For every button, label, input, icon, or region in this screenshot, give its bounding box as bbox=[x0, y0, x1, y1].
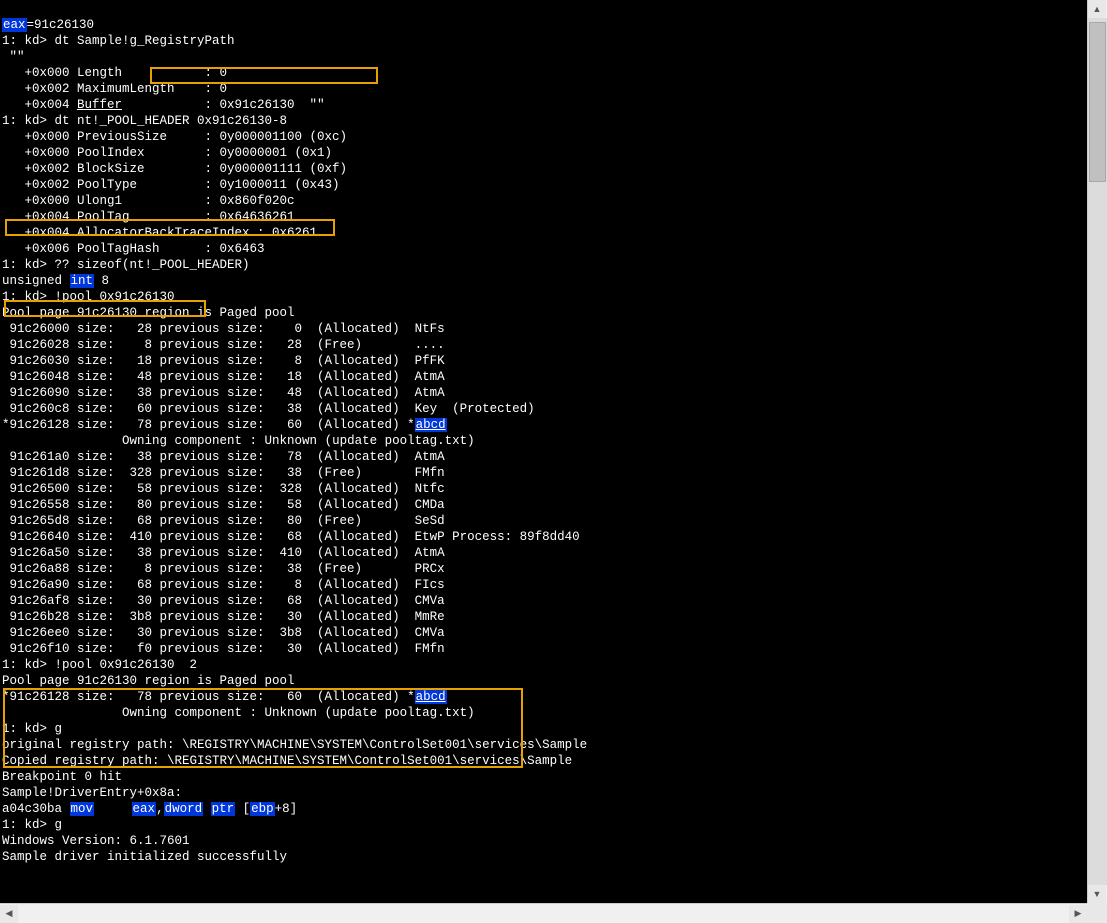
out-line: +0x002 BlockSize : 0y000001111 (0xf) bbox=[2, 162, 347, 176]
out-line: +0x002 MaximumLength : 0 bbox=[2, 82, 227, 96]
pool-entry-match: *91c26128 size: 78 previous size: 60 (Al… bbox=[2, 418, 415, 432]
pool-entry: 91c26a88 size: 8 previous size: 38 (Free… bbox=[2, 562, 445, 576]
pool-tag-abcd[interactable]: abcd bbox=[415, 418, 447, 432]
keyword-ptr: ptr bbox=[211, 802, 236, 816]
scroll-right-button[interactable]: ▶ bbox=[1069, 905, 1087, 923]
horizontal-scrollbar[interactable]: ◀ ▶ bbox=[0, 903, 1087, 923]
pool-region-header: Pool page 91c26130 region is Paged pool bbox=[2, 674, 295, 688]
out-line-init-success: Sample driver initialized successfully bbox=[2, 850, 287, 864]
pool-entry: 91c260c8 size: 60 previous size: 38 (All… bbox=[2, 402, 535, 416]
register-eax: eax bbox=[132, 802, 157, 816]
scroll-down-button[interactable]: ▼ bbox=[1088, 885, 1106, 903]
pool-owning-component: Owning component : Unknown (update poolt… bbox=[2, 706, 475, 720]
keyword-int: int bbox=[70, 274, 95, 288]
chevron-down-icon: ▼ bbox=[1093, 889, 1102, 899]
pool-entry: 91c26af8 size: 30 previous size: 68 (All… bbox=[2, 594, 445, 608]
out-line-regpath-original: original registry path: \REGISTRY\MACHIN… bbox=[2, 738, 587, 752]
cmd-pool: 1: kd> !pool 0x91c26130 bbox=[2, 290, 175, 304]
keyword-mov: mov bbox=[70, 802, 95, 816]
scroll-left-button[interactable]: ◀ bbox=[0, 905, 18, 923]
pool-entry: 91c261d8 size: 328 previous size: 38 (Fr… bbox=[2, 466, 445, 480]
out-line-symbol: Sample!DriverEntry+0x8a: bbox=[2, 786, 182, 800]
out-line: 8 bbox=[94, 274, 109, 288]
disasm-addr: a04c30ba bbox=[2, 802, 70, 816]
pool-region-header: Pool page 91c26130 region is Paged pool bbox=[2, 306, 295, 320]
cmd-sizeof: 1: kd> ?? sizeof(nt!_POOL_HEADER) bbox=[2, 258, 250, 272]
out-line: +0x002 PoolType : 0y1000011 (0x43) bbox=[2, 178, 340, 192]
scrollbar-corner bbox=[1087, 903, 1107, 923]
debugger-output[interactable]: eax=91c26130 1: kd> dt Sample!g_Registry… bbox=[0, 0, 1087, 903]
pool-entry: 91c26b28 size: 3b8 previous size: 30 (Al… bbox=[2, 610, 445, 624]
pool-entry-match: *91c26128 size: 78 previous size: 60 (Al… bbox=[2, 690, 415, 704]
out-line-regpath-copied: Copied registry path: \REGISTRY\MACHINE\… bbox=[2, 754, 572, 768]
register-ebp: ebp bbox=[250, 802, 275, 816]
spacer bbox=[94, 802, 132, 816]
pool-entry: 91c26048 size: 48 previous size: 18 (All… bbox=[2, 370, 445, 384]
pool-entry: 91c261a0 size: 38 previous size: 78 (All… bbox=[2, 450, 445, 464]
cmd-dt-poolheader: 1: kd> dt nt!_POOL_HEADER 0x91c26130-8 bbox=[2, 114, 287, 128]
out-line: : 0x91c26130 "" bbox=[122, 98, 325, 112]
keyword-dword: dword bbox=[164, 802, 204, 816]
pool-entry: 91c26ee0 size: 30 previous size: 3b8 (Al… bbox=[2, 626, 445, 640]
bracket: [ bbox=[235, 802, 250, 816]
pool-entry: 91c26640 size: 410 previous size: 68 (Al… bbox=[2, 530, 580, 544]
pool-entry: 91c26500 size: 58 previous size: 328 (Al… bbox=[2, 482, 445, 496]
spacer bbox=[203, 802, 211, 816]
out-line: +0x006 PoolTagHash : 0x6463 bbox=[2, 242, 265, 256]
scrollbar-thumb[interactable] bbox=[1089, 22, 1106, 182]
out-line: +0x000 PreviousSize : 0y000001100 (0xc) bbox=[2, 130, 347, 144]
out-line-breakpoint: Breakpoint 0 hit bbox=[2, 770, 122, 784]
out-line: unsigned bbox=[2, 274, 70, 288]
chevron-left-icon: ◀ bbox=[6, 908, 13, 919]
scrollbar-track[interactable] bbox=[1088, 18, 1107, 885]
out-line: "" bbox=[2, 50, 25, 64]
pool-entry: 91c26090 size: 38 previous size: 48 (All… bbox=[2, 386, 445, 400]
out-line: +0x000 PoolIndex : 0y0000001 (0x1) bbox=[2, 146, 332, 160]
scroll-up-button[interactable]: ▲ bbox=[1088, 0, 1106, 18]
pool-entry: 91c26a50 size: 38 previous size: 410 (Al… bbox=[2, 546, 445, 560]
out-line-winver: Windows Version: 6.1.7601 bbox=[2, 834, 190, 848]
out-line: +0x004 AllocatorBackTraceIndex : 0x6261 bbox=[2, 226, 317, 240]
bracket: +8] bbox=[275, 802, 298, 816]
chevron-up-icon: ▲ bbox=[1093, 4, 1102, 14]
pool-entry: 91c26030 size: 18 previous size: 8 (Allo… bbox=[2, 354, 445, 368]
register-value: =91c26130 bbox=[27, 18, 95, 32]
out-line: +0x000 Ulong1 : 0x860f020c bbox=[2, 194, 295, 208]
out-line-pooltag: +0x004 PoolTag : 0x64636261 bbox=[2, 210, 295, 224]
chevron-right-icon: ▶ bbox=[1075, 908, 1082, 919]
comma: , bbox=[156, 802, 164, 816]
out-line: +0x004 bbox=[2, 98, 77, 112]
cmd-go: 1: kd> g bbox=[2, 722, 62, 736]
pool-entry: 91c26028 size: 8 previous size: 28 (Free… bbox=[2, 338, 445, 352]
field-link-buffer[interactable]: Buffer bbox=[77, 98, 122, 112]
pool-entry: 91c26000 size: 28 previous size: 0 (Allo… bbox=[2, 322, 445, 336]
pool-owning-component: Owning component : Unknown (update poolt… bbox=[2, 434, 475, 448]
debugger-window: eax=91c26130 1: kd> dt Sample!g_Registry… bbox=[0, 0, 1107, 923]
pool-entry: 91c26a90 size: 68 previous size: 8 (Allo… bbox=[2, 578, 445, 592]
out-line: +0x000 Length : 0 bbox=[2, 66, 227, 80]
pool-entry: 91c26558 size: 80 previous size: 58 (All… bbox=[2, 498, 445, 512]
pool-entry: 91c265d8 size: 68 previous size: 80 (Fre… bbox=[2, 514, 445, 528]
pool-tag-abcd[interactable]: abcd bbox=[415, 690, 447, 704]
register-eax: eax bbox=[2, 18, 27, 32]
cmd-pool-2: 1: kd> !pool 0x91c26130 2 bbox=[2, 658, 197, 672]
cmd-dt-registrypath: 1: kd> dt Sample!g_RegistryPath bbox=[2, 34, 235, 48]
vertical-scrollbar[interactable]: ▲ ▼ bbox=[1087, 0, 1107, 903]
pool-entry: 91c26f10 size: f0 previous size: 30 (All… bbox=[2, 642, 445, 656]
cmd-go: 1: kd> g bbox=[2, 818, 62, 832]
